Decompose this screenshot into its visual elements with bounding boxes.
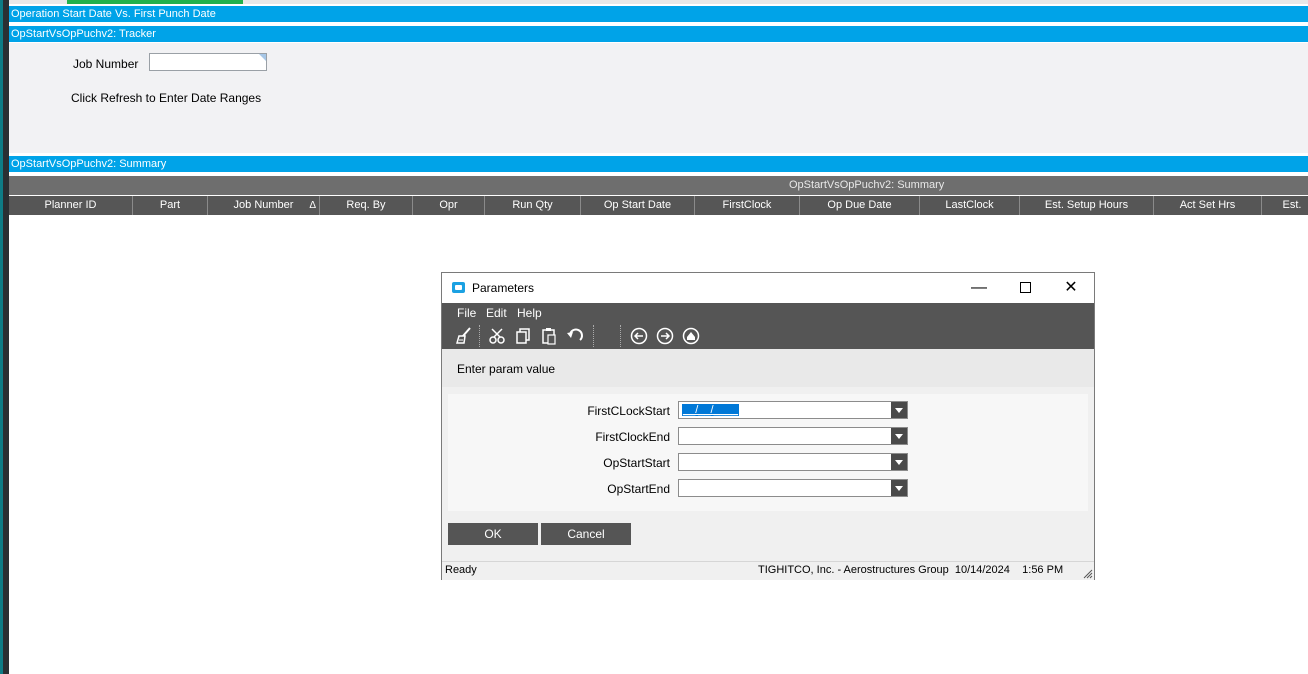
forward-icon[interactable] bbox=[655, 326, 675, 346]
menu-edit[interactable]: Edit bbox=[486, 303, 507, 323]
tracker-panel: Job Number Click Refresh to Enter Date R… bbox=[9, 43, 1308, 153]
grid-header-row: Planner ID Part Job Number Δ Req. By Opr … bbox=[9, 196, 1308, 215]
dropdown-arrow-icon[interactable] bbox=[891, 402, 907, 418]
op-start-end-field[interactable] bbox=[678, 479, 908, 497]
clear-icon[interactable] bbox=[455, 326, 475, 346]
toolbar-separator bbox=[479, 325, 481, 347]
grid-caption: OpStartVsOpPuchv2: Summary bbox=[9, 176, 1308, 195]
param-label: OpStartEnd bbox=[607, 482, 670, 496]
first-clock-end-field[interactable] bbox=[678, 427, 908, 445]
job-number-input[interactable] bbox=[149, 53, 267, 71]
col-job-number-label: Job Number bbox=[233, 199, 294, 211]
status-state: Ready bbox=[445, 564, 477, 576]
cut-icon[interactable] bbox=[487, 326, 507, 346]
col-job-number[interactable]: Job Number Δ bbox=[208, 196, 320, 215]
status-time: 1:56 PM bbox=[1022, 564, 1064, 576]
copy-icon[interactable] bbox=[513, 326, 533, 346]
summary-section-header: OpStartVsOpPuchv2: Summary bbox=[9, 156, 1308, 172]
parameter-panel: FirstCLockStart __/__/____ FirstClockEnd… bbox=[448, 394, 1088, 511]
maximize-icon bbox=[1019, 282, 1031, 294]
field-corner-marker bbox=[259, 54, 266, 61]
col-est-truncated[interactable]: Est. bbox=[1262, 196, 1308, 215]
left-window-edge bbox=[0, 0, 9, 674]
dialog-title: Parameters bbox=[472, 281, 535, 295]
minimize-button[interactable]: — bbox=[956, 273, 1002, 303]
param-label: OpStartStart bbox=[603, 456, 670, 470]
instruction-text: Enter param value bbox=[457, 362, 556, 376]
app-window-icon bbox=[452, 282, 465, 293]
parameters-dialog: Parameters — ✕ File Edit Help Enter para… bbox=[441, 272, 1095, 580]
dialog-menubar: File Edit Help bbox=[442, 303, 1094, 323]
toolbar-separator bbox=[593, 325, 595, 347]
dialog-statusbar: Ready TIGHITCO, Inc. - Aerostructures Gr… bbox=[442, 561, 1094, 580]
param-label: FirstCLockStart bbox=[587, 404, 670, 418]
col-planner-id[interactable]: Planner ID bbox=[9, 196, 133, 215]
close-button[interactable]: ✕ bbox=[1048, 273, 1094, 303]
col-act-set-hrs[interactable]: Act Set Hrs bbox=[1154, 196, 1262, 215]
param-label: FirstClockEnd bbox=[595, 430, 670, 444]
instruction-panel: Enter param value bbox=[442, 349, 1094, 387]
col-run-qty[interactable]: Run Qty bbox=[485, 196, 581, 215]
col-opr[interactable]: Opr bbox=[413, 196, 485, 215]
menu-file[interactable]: File bbox=[457, 303, 476, 323]
menu-help[interactable]: Help bbox=[517, 303, 542, 323]
col-op-start-date[interactable]: Op Start Date bbox=[581, 196, 695, 215]
undo-icon[interactable] bbox=[565, 326, 585, 346]
resize-grip-icon[interactable] bbox=[1083, 569, 1093, 579]
maximize-button[interactable] bbox=[1002, 273, 1048, 303]
home-icon[interactable] bbox=[681, 326, 701, 346]
sort-ascending-icon: Δ bbox=[309, 200, 316, 211]
col-last-clock[interactable]: LastClock bbox=[920, 196, 1020, 215]
main-section-header: Operation Start Date Vs. First Punch Dat… bbox=[9, 6, 1308, 22]
paste-icon[interactable] bbox=[539, 326, 559, 346]
status-info: TIGHITCO, Inc. - Aerostructures Group 10… bbox=[758, 562, 1063, 579]
col-req-by[interactable]: Req. By bbox=[320, 196, 413, 215]
tracker-section-header: OpStartVsOpPuchv2: Tracker bbox=[9, 26, 1308, 42]
toolbar-separator bbox=[620, 325, 622, 347]
ok-button[interactable]: OK bbox=[448, 523, 538, 545]
grid-caption-text: OpStartVsOpPuchv2: Summary bbox=[789, 179, 945, 191]
active-tab-indicator[interactable] bbox=[67, 0, 243, 4]
job-number-label: Job Number bbox=[73, 57, 139, 71]
op-start-start-field[interactable] bbox=[678, 453, 908, 471]
dialog-toolbar bbox=[442, 323, 1094, 349]
dropdown-arrow-icon[interactable] bbox=[891, 454, 907, 470]
col-op-due-date[interactable]: Op Due Date bbox=[800, 196, 920, 215]
refresh-hint-text: Click Refresh to Enter Date Ranges bbox=[71, 91, 262, 105]
top-tab-strip bbox=[9, 0, 1308, 4]
cancel-button[interactable]: Cancel bbox=[541, 523, 631, 545]
col-first-clock[interactable]: FirstClock bbox=[695, 196, 800, 215]
back-icon[interactable] bbox=[629, 326, 649, 346]
col-est-setup-hours[interactable]: Est. Setup Hours bbox=[1020, 196, 1154, 215]
col-part[interactable]: Part bbox=[133, 196, 208, 215]
status-date: 10/14/2024 bbox=[954, 564, 1010, 576]
first-clock-start-field[interactable]: __/__/____ bbox=[678, 401, 908, 419]
param-value: __/__/____ bbox=[682, 404, 740, 416]
dialog-titlebar[interactable]: Parameters — ✕ bbox=[442, 273, 1094, 303]
dropdown-arrow-icon[interactable] bbox=[891, 480, 907, 496]
status-company: TIGHITCO, Inc. - Aerostructures Group bbox=[758, 564, 949, 576]
dropdown-arrow-icon[interactable] bbox=[891, 428, 907, 444]
